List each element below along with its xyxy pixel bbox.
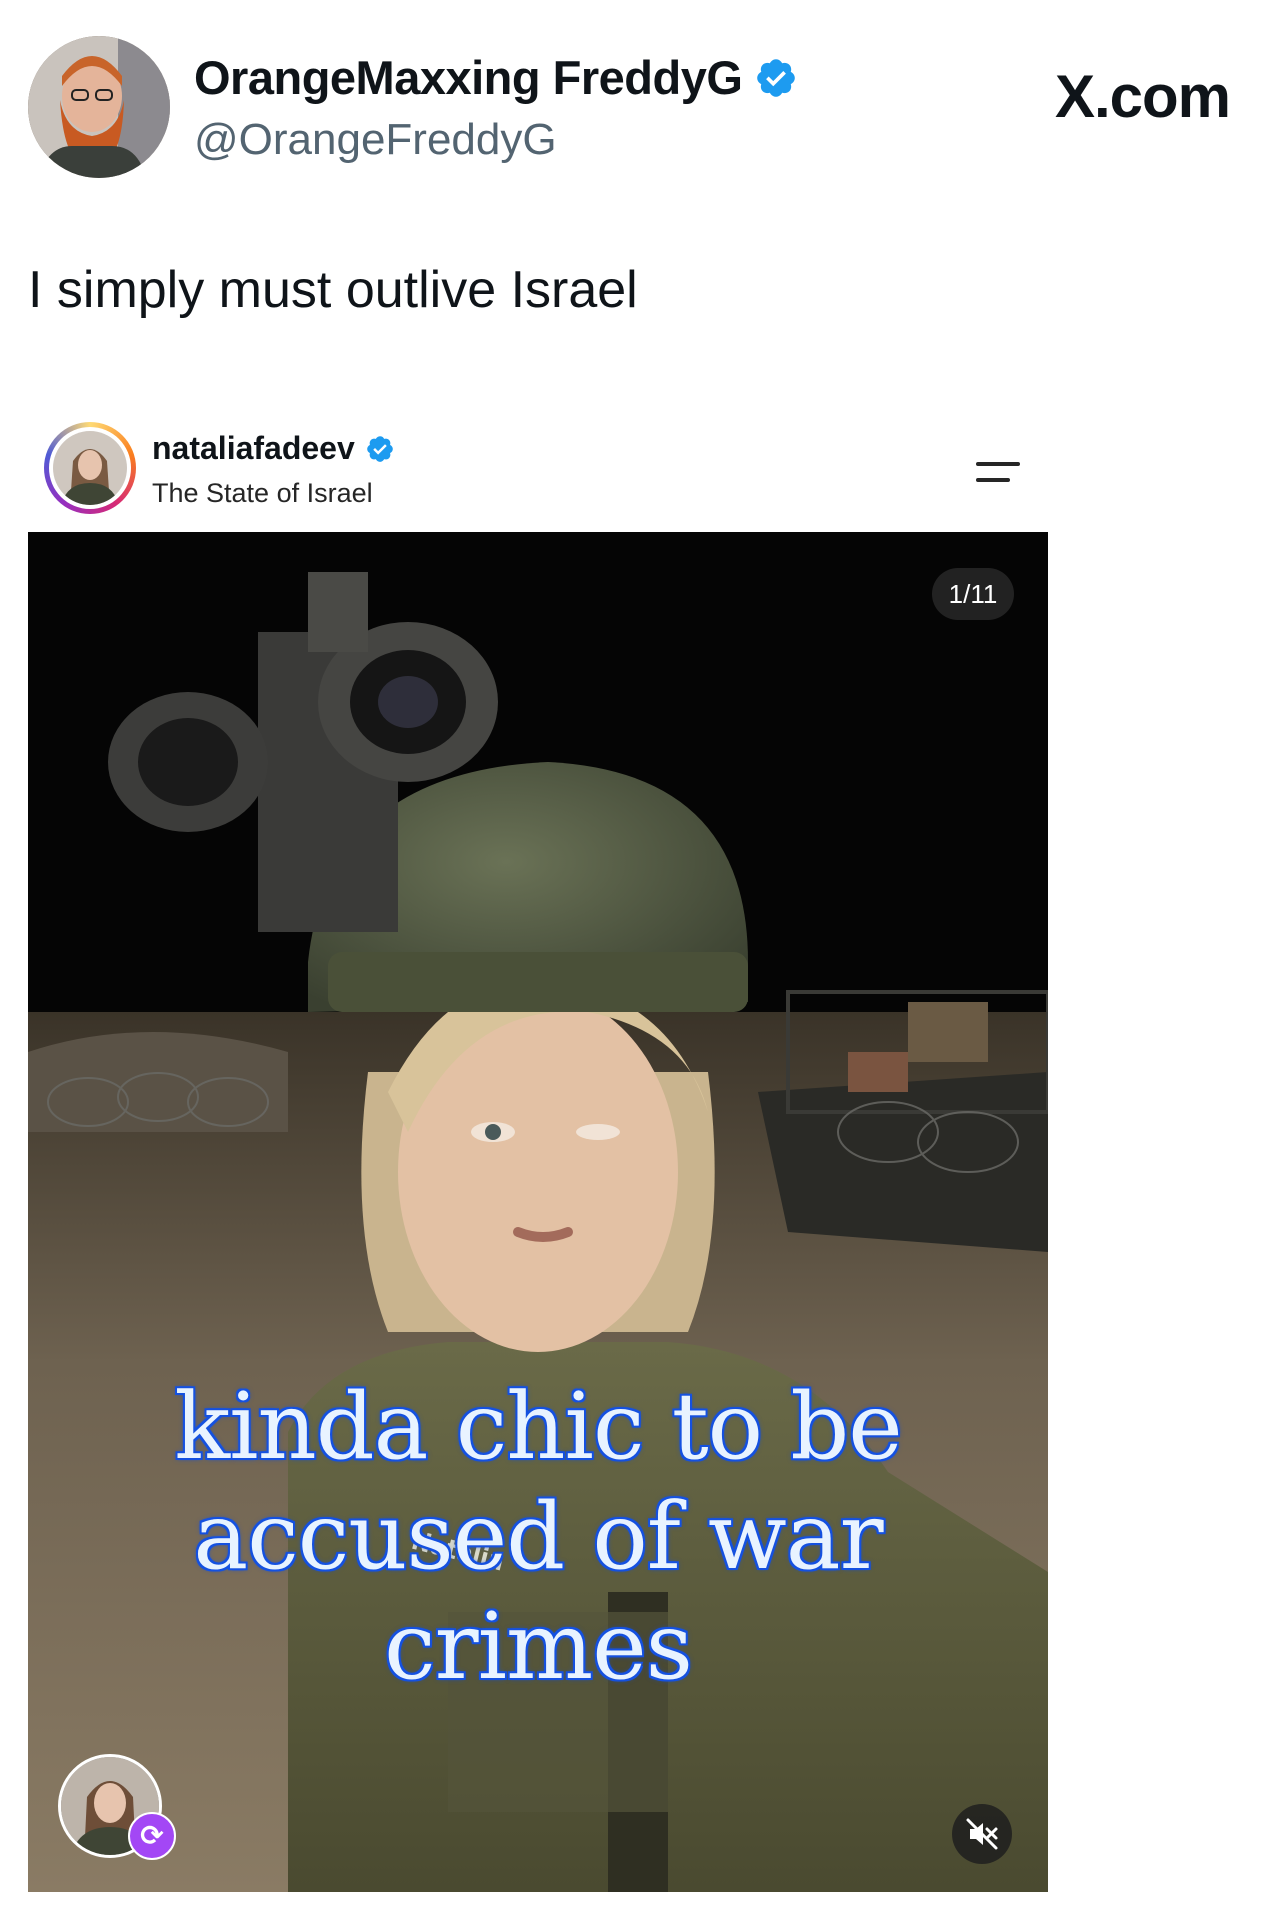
ig-username[interactable]: nataliafadeev	[152, 430, 355, 467]
speaker-muted-icon	[966, 1818, 998, 1850]
slide-counter: 1/11	[932, 568, 1014, 620]
author-avatar[interactable]	[28, 36, 170, 178]
display-name-row: OrangeMaxxing FreddyG	[194, 50, 798, 106]
menu-lines-icon[interactable]	[968, 452, 1028, 492]
author-display-name[interactable]: OrangeMaxxing FreddyG	[194, 50, 743, 106]
ig-verified-badge-icon	[366, 435, 393, 462]
ig-avatar-frame	[49, 427, 131, 509]
ig-username-row: nataliafadeev	[152, 430, 395, 467]
ig-location[interactable]: The State of Israel	[152, 478, 373, 509]
verified-badge-icon	[757, 59, 796, 97]
remix-icon[interactable]: ⟳	[128, 1812, 176, 1860]
ig-avatar	[53, 431, 127, 505]
embedded-instagram-post[interactable]: nataliafadeev The State of Israel 1/11 N…	[28, 400, 1048, 1910]
author-handle[interactable]: @OrangeFreddyG	[194, 112, 798, 168]
author-name-block: OrangeMaxxing FreddyG @OrangeFreddyG	[194, 50, 798, 168]
tweet-text: I simply must outlive Israel	[28, 261, 638, 319]
ig-avatar-image	[53, 431, 127, 505]
mute-button[interactable]	[952, 1804, 1012, 1864]
post-caption: kinda chic to be accused of war crimes	[174, 1373, 902, 1700]
tweet-header: OrangeMaxxing FreddyG @OrangeFreddyG X.c…	[28, 36, 1258, 186]
post-photo[interactable]: 1/11 Natalia kinda chic to be accused of…	[28, 532, 1048, 1892]
site-label: X.com	[1054, 63, 1231, 130]
ig-story-ring[interactable]	[44, 422, 136, 514]
ig-post-header: nataliafadeev The State of Israel	[28, 400, 1048, 530]
author-avatar-image	[28, 36, 170, 178]
